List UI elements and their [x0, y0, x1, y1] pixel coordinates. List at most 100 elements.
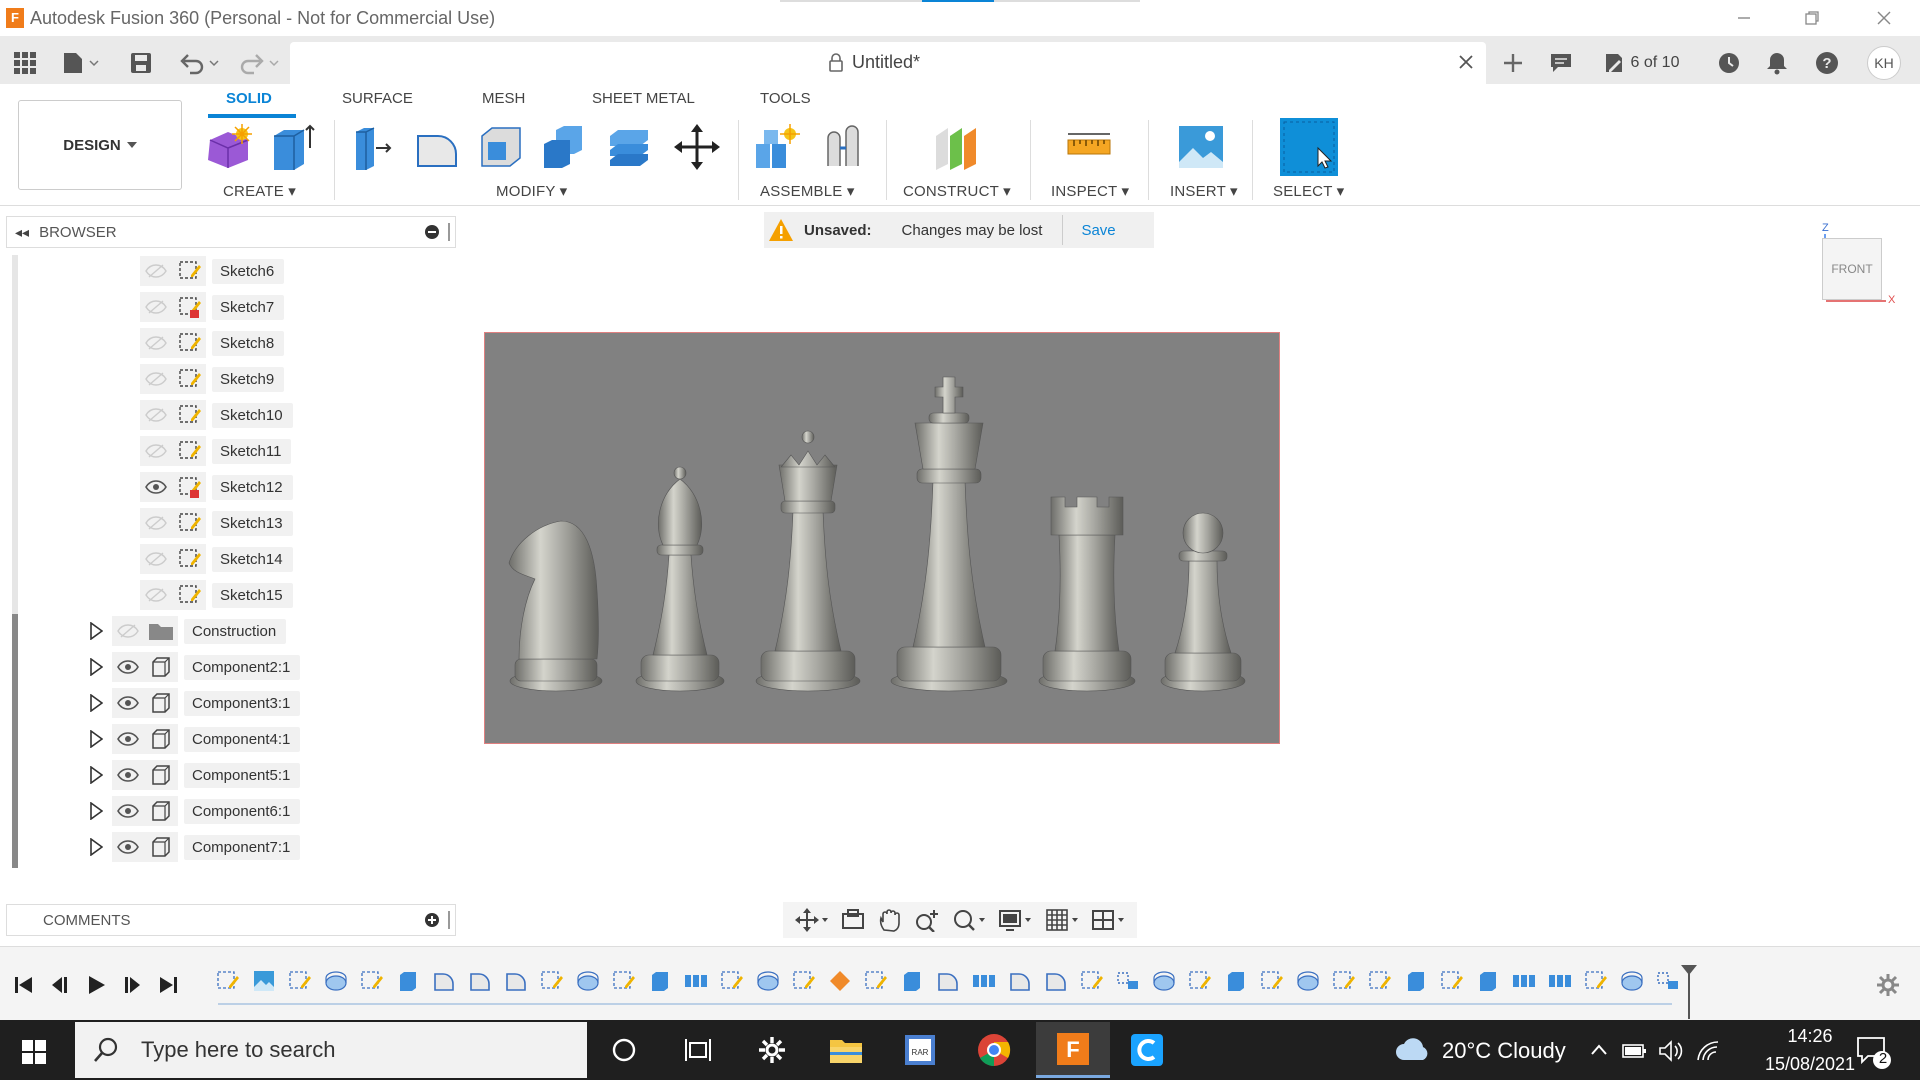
timeline-pattern-icon[interactable]: [1512, 969, 1536, 999]
fit-icon[interactable]: [952, 908, 986, 932]
browser-item-sketch[interactable]: Sketch13: [140, 508, 293, 538]
visibility-eye-icon[interactable]: [112, 832, 144, 862]
timeline-joint-icon[interactable]: [1656, 969, 1680, 999]
timeline-pattern-icon[interactable]: [684, 969, 708, 999]
group-assemble[interactable]: ASSEMBLE ▾: [760, 182, 855, 200]
windows-start-icon[interactable]: [22, 1040, 46, 1064]
timeline-sketch-icon[interactable]: [1584, 969, 1608, 999]
tab-tools[interactable]: TOOLS: [760, 90, 811, 107]
visibility-eye-icon[interactable]: [140, 544, 172, 574]
undo-icon[interactable]: [176, 48, 224, 78]
tab-sheet-metal[interactable]: SHEET METAL: [592, 90, 695, 107]
browser-minimize-icon[interactable]: [425, 225, 439, 239]
canvas-viewport[interactable]: [484, 332, 1280, 744]
browser-item-sketch[interactable]: Sketch8: [140, 328, 285, 358]
browser-item-sketch[interactable]: Sketch10: [140, 400, 293, 430]
job-status-button[interactable]: 6 of 10: [1596, 48, 1686, 78]
visibility-eye-icon[interactable]: [112, 724, 144, 754]
visibility-eye-icon[interactable]: [140, 328, 172, 358]
move-copy-icon[interactable]: [670, 120, 724, 174]
chrome-icon[interactable]: [957, 1022, 1031, 1078]
tab-solid[interactable]: SOLID: [226, 90, 272, 107]
offset-face-icon[interactable]: [602, 120, 656, 174]
visibility-eye-icon[interactable]: [112, 796, 144, 826]
timeline-sketch-icon[interactable]: [1260, 969, 1284, 999]
browser-item-component[interactable]: Component4:1: [82, 724, 301, 754]
shell-icon[interactable]: [474, 120, 528, 174]
comments-header[interactable]: COMMENTS: [6, 904, 456, 936]
visibility-eye-icon[interactable]: [112, 652, 144, 682]
user-avatar[interactable]: KH: [1866, 46, 1902, 80]
group-inspect[interactable]: INSPECT ▾: [1051, 182, 1129, 200]
visibility-eye-icon[interactable]: [140, 292, 172, 322]
press-pull-icon[interactable]: [346, 120, 400, 174]
expand-arrow-icon[interactable]: [82, 658, 110, 676]
restore-button[interactable]: [1784, 0, 1840, 36]
browser-item-component[interactable]: Component7:1: [82, 832, 301, 862]
timeline-sketch-icon[interactable]: [864, 969, 888, 999]
timeline-canvas-icon[interactable]: [252, 969, 276, 999]
browser-item-sketch[interactable]: Sketch15: [140, 580, 293, 610]
clock-date[interactable]: 15/08/2021: [1750, 1054, 1870, 1075]
browser-item-component[interactable]: Component5:1: [82, 760, 301, 790]
visibility-eye-icon[interactable]: [140, 400, 172, 430]
timeline-settings-icon[interactable]: [1876, 973, 1900, 997]
timeline-sketch-icon[interactable]: [1440, 969, 1464, 999]
timeline-fillet-icon[interactable]: [468, 969, 492, 999]
timeline-revolve-icon[interactable]: [324, 969, 348, 999]
browser-header[interactable]: ◂◂ BROWSER: [6, 216, 456, 248]
clock-icon[interactable]: [1714, 48, 1744, 78]
timeline-revolve-icon[interactable]: [1296, 969, 1320, 999]
timeline-revolve-icon[interactable]: [576, 969, 600, 999]
expand-arrow-icon[interactable]: [82, 730, 110, 748]
visibility-eye-icon[interactable]: [140, 580, 172, 610]
fusion-360-taskbar-icon[interactable]: F: [1036, 1022, 1110, 1078]
battery-icon[interactable]: [1622, 1042, 1648, 1060]
timeline-sketch-icon[interactable]: [720, 969, 744, 999]
visibility-eye-icon[interactable]: [140, 364, 172, 394]
expand-arrow-icon[interactable]: [82, 802, 110, 820]
viewports-icon[interactable]: [1091, 908, 1125, 932]
group-construct[interactable]: CONSTRUCT ▾: [903, 182, 1011, 200]
browser-item-component[interactable]: Component6:1: [82, 796, 301, 826]
timeline-revolve-icon[interactable]: [1620, 969, 1644, 999]
create-sketch-icon[interactable]: [202, 120, 256, 174]
browser-item-sketch[interactable]: Sketch9: [140, 364, 285, 394]
combine-icon[interactable]: [538, 120, 592, 174]
orbit-icon[interactable]: [795, 908, 829, 932]
chess-pieces-model[interactable]: [485, 333, 1281, 745]
insert-canvas-icon[interactable]: [1174, 120, 1228, 174]
timeline-revolve-icon[interactable]: [756, 969, 780, 999]
collapse-browser-icon[interactable]: ◂◂: [15, 224, 29, 241]
group-modify[interactable]: MODIFY ▾: [496, 182, 567, 200]
add-comment-icon[interactable]: [425, 913, 439, 927]
visibility-eye-icon[interactable]: [112, 616, 144, 646]
group-insert[interactable]: INSERT ▾: [1170, 182, 1238, 200]
joint-icon[interactable]: [816, 120, 870, 174]
timeline-extrude-icon[interactable]: [900, 969, 924, 999]
go-to-end-icon[interactable]: [158, 975, 178, 995]
file-explorer-icon[interactable]: [809, 1022, 883, 1078]
timeline-extrude-icon[interactable]: [1224, 969, 1248, 999]
browser-item-sketch[interactable]: Sketch11: [140, 436, 292, 466]
app-grid-icon[interactable]: [10, 48, 40, 78]
viewcube[interactable]: FRONT: [1822, 238, 1882, 300]
play-icon[interactable]: [86, 975, 106, 995]
zoom-icon[interactable]: [914, 908, 940, 932]
weather-cloud-icon[interactable]: [1394, 1036, 1430, 1062]
timeline-sketch-icon[interactable]: [1332, 969, 1356, 999]
timeline-sketch-icon[interactable]: [360, 969, 384, 999]
timeline-extrude-icon[interactable]: [648, 969, 672, 999]
cortana-icon[interactable]: [587, 1022, 661, 1078]
task-view-icon[interactable]: [661, 1022, 735, 1078]
timeline-fillet-icon[interactable]: [1044, 969, 1068, 999]
step-forward-icon[interactable]: [122, 975, 142, 995]
visibility-eye-icon[interactable]: [112, 688, 144, 718]
expand-arrow-icon[interactable]: [82, 838, 110, 856]
display-settings-icon[interactable]: [998, 908, 1032, 932]
wifi-icon[interactable]: [1696, 1040, 1720, 1062]
timeline-sketch-icon[interactable]: [1188, 969, 1212, 999]
timeline-sketch-icon[interactable]: [612, 969, 636, 999]
timeline-extrude-icon[interactable]: [1404, 969, 1428, 999]
timeline-sketch-icon[interactable]: [1080, 969, 1104, 999]
